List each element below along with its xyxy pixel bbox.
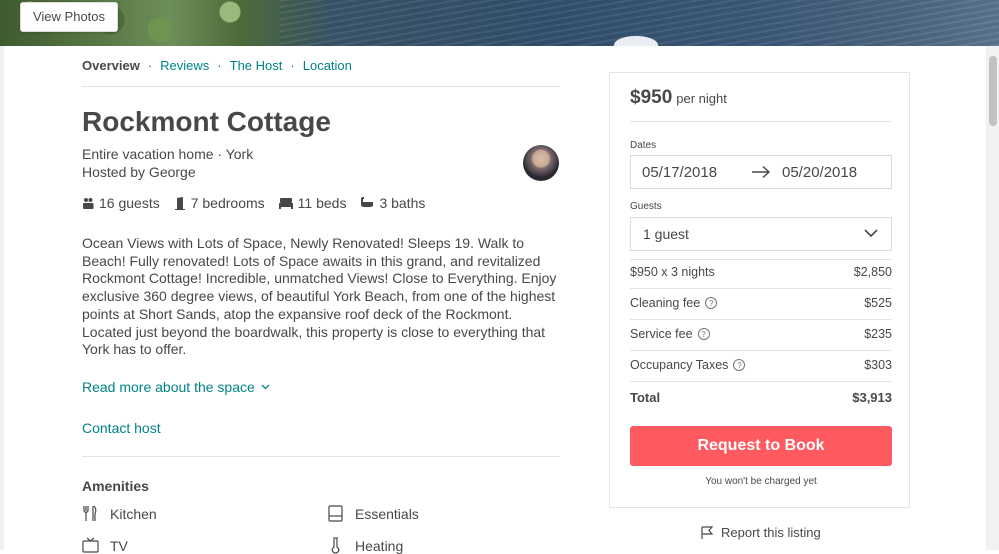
listing-type: Entire vacation home · York [82, 146, 254, 162]
price-per-night: $950 per night [630, 87, 727, 109]
read-more-label: Read more about the space [82, 379, 255, 395]
amenity-label: TV [110, 537, 128, 554]
divider [82, 456, 560, 457]
host-avatar[interactable] [523, 145, 559, 181]
request-to-book-button[interactable]: Request to Book [630, 426, 892, 466]
guests-label: Guests [630, 201, 662, 212]
divider [630, 350, 892, 351]
divider [630, 381, 892, 382]
nav-location[interactable]: Location [303, 58, 352, 73]
amenity-label: Kitchen [110, 505, 157, 522]
chevron-down-icon [864, 229, 878, 238]
price-line-service: Service fee? $235 [630, 327, 892, 341]
read-more-link[interactable]: Read more about the space [82, 379, 270, 395]
listing-title: Rockmont Cottage [82, 106, 331, 137]
check-in-input[interactable]: 05/17/2018 [642, 164, 717, 181]
door-icon [174, 196, 185, 210]
booking-card: $950 per night Dates 05/17/2018 05/20/20… [609, 72, 910, 508]
amenity-tv: TV [82, 537, 128, 554]
stat-bedrooms: 7 bedrooms [174, 195, 265, 211]
scrollbar-thumb[interactable] [989, 56, 997, 126]
listing-host: Hosted by George [82, 164, 196, 180]
line-label-wrap: Occupancy Taxes? [630, 358, 746, 372]
price-total: Total $3,913 [630, 390, 892, 405]
nav-separator: · [217, 58, 222, 73]
contact-host-link[interactable]: Contact host [82, 420, 161, 436]
amenities-title: Amenities [82, 478, 149, 494]
price-line-taxes: Occupancy Taxes? $303 [630, 358, 892, 372]
line-amount: $235 [864, 327, 892, 341]
stat-baths-label: 3 baths [379, 195, 426, 211]
guests-icon [83, 198, 94, 209]
nav-overview[interactable]: Overview [82, 58, 140, 73]
total-label: Total [630, 390, 661, 405]
arrow-right-icon [752, 165, 771, 179]
report-label: Report this listing [721, 525, 821, 540]
price-amount: $950 [630, 87, 673, 108]
divider [630, 121, 892, 122]
line-amount: $525 [864, 296, 892, 310]
line-label: Occupancy Taxes [630, 358, 729, 372]
hero-photo[interactable] [0, 0, 999, 46]
line-label: $950 x 3 nights [630, 265, 715, 279]
help-icon[interactable]: ? [705, 297, 718, 309]
date-range-picker[interactable]: 05/17/2018 05/20/2018 [630, 155, 892, 189]
chevron-down-icon [261, 384, 270, 390]
listing-stats: 16 guests 7 bedrooms 11 beds 3 baths [82, 195, 439, 211]
amenity-kitchen: Kitchen [82, 505, 157, 522]
section-nav: Overview · Reviews · The Host · Location [82, 58, 352, 73]
tv-icon [82, 537, 99, 553]
charge-note: You won't be charged yet [705, 476, 817, 487]
stat-guests-label: 16 guests [99, 195, 160, 211]
listing-description: Ocean Views with Lots of Space, Newly Re… [82, 235, 557, 358]
line-label: Cleaning fee [630, 296, 701, 310]
nav-the-host[interactable]: The Host [230, 58, 283, 73]
line-amount: $303 [864, 358, 892, 372]
amenity-heating: Heating [327, 537, 403, 554]
nav-reviews[interactable]: Reviews [160, 58, 209, 73]
stat-bedrooms-label: 7 bedrooms [190, 195, 265, 211]
amenity-label: Heating [355, 537, 404, 554]
dates-label: Dates [630, 140, 657, 151]
line-label-wrap: Cleaning fee? [630, 296, 718, 310]
help-icon[interactable]: ? [697, 328, 710, 340]
view-photos-button[interactable]: View Photos [20, 2, 118, 32]
nav-separator: · [290, 58, 295, 73]
amenity-label: Essentials [355, 505, 419, 522]
stat-guests: 16 guests [82, 195, 160, 211]
price-line-nights: $950 x 3 nights $2,850 [630, 265, 892, 279]
check-out-input[interactable]: 05/20/2018 [782, 164, 857, 181]
bed-icon [278, 198, 293, 209]
essentials-icon [328, 505, 343, 522]
line-amount: $2,850 [853, 265, 892, 279]
help-icon[interactable]: ? [733, 359, 746, 371]
nav-separator: · [147, 58, 153, 73]
price-unit: per night [676, 91, 727, 106]
page-left-edge [0, 46, 4, 550]
divider [630, 288, 892, 289]
divider [82, 86, 560, 87]
heating-icon [331, 537, 340, 554]
flag-icon [701, 525, 714, 539]
stat-baths: 3 baths [360, 195, 425, 211]
kitchen-icon [83, 505, 97, 521]
divider [630, 259, 892, 260]
stat-beds: 11 beds [278, 195, 347, 211]
total-amount: $3,913 [852, 390, 892, 405]
line-label-wrap: Service fee? [630, 327, 710, 341]
guests-select[interactable]: 1 guest [630, 217, 892, 251]
price-line-cleaning: Cleaning fee? $525 [630, 296, 892, 310]
guests-select-value: 1 guest [643, 226, 689, 242]
stat-beds-label: 11 beds [297, 195, 347, 211]
amenity-essentials: Essentials [327, 505, 419, 522]
line-label: Service fee [630, 327, 693, 341]
divider [630, 319, 892, 320]
bath-icon [361, 197, 374, 207]
report-listing-link[interactable]: Report this listing [700, 525, 821, 540]
